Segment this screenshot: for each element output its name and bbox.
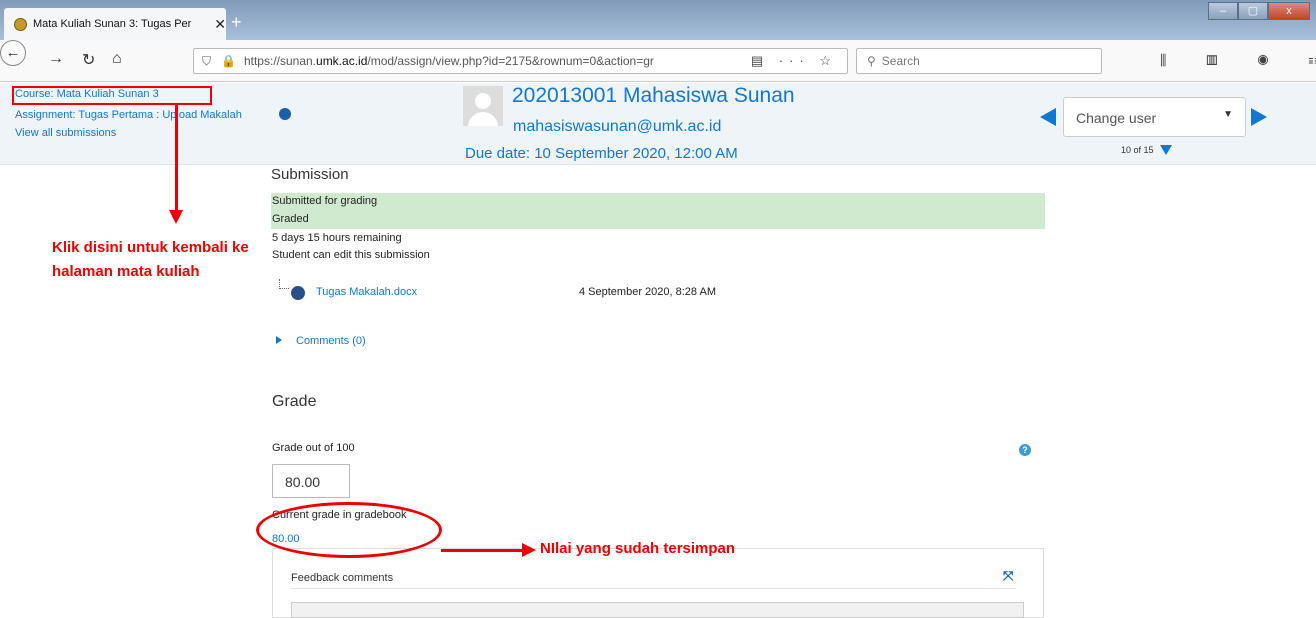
new-tab-button[interactable]: + [231,12,242,33]
maximize-button[interactable]: ▢ [1238,2,1268,20]
annotation-highlight-box [12,86,212,105]
caret-right-icon[interactable] [276,336,282,344]
status-graded: Graded [271,211,1045,229]
reload-button[interactable]: ↻ [82,50,95,70]
tab-close-icon[interactable]: ✕ [214,16,226,33]
annotation-grade-note: NIlai yang sudah tersimpan [540,540,736,557]
annotation-arrow [441,549,524,552]
filter-icon[interactable] [1160,145,1172,155]
annotation-ellipse [256,502,442,558]
comments-link[interactable]: Comments (0) [296,335,366,347]
divider [291,588,1016,589]
tree-connector [279,279,289,289]
due-date: Due date: 10 September 2020, 12:00 AM [465,145,738,162]
browser-tab[interactable]: Mata Kuliah Sunan 3: Tugas Per ✕ [4,8,226,40]
grade-input[interactable]: 80.00 [272,464,350,498]
annotation-arrowhead [169,210,183,224]
browser-nav-bar: ← → ↻ ⌂ ⛉ 🔒 https://sunan.umk.ac.id/mod/… [0,40,1316,82]
url-bar[interactable]: ⛉ 🔒 https://sunan.umk.ac.id/mod/assign/v… [193,48,848,74]
next-user-icon[interactable] [1251,108,1267,126]
annotation-arrow [175,105,178,213]
chevron-down-icon: ▼ [1223,109,1233,120]
help-icon[interactable]: ? [1019,444,1031,456]
back-button[interactable]: ← [0,40,26,66]
annotation-course-note: Klik disini untuk kembali ke halaman mat… [52,239,249,280]
edit-permission: Student can edit this submission [272,249,430,261]
lock-icon[interactable]: 🔒 [221,54,236,68]
submission-heading: Submission [271,166,349,183]
forward-button[interactable]: → [48,50,64,68]
expand-icon[interactable]: ⤧ [1003,568,1013,584]
page-actions-icon[interactable]: ▤ ··· ☆ [751,53,837,69]
user-name[interactable]: 202013001 Mahasiswa Sunan [512,84,795,108]
feedback-label: Feedback comments [291,572,394,584]
user-count: 10 of 15 [1121,145,1154,155]
time-remaining: 5 days 15 hours remaining [272,232,402,244]
tab-title: Mata Kuliah Sunan 3: Tugas Per [32,18,192,30]
change-user-select[interactable]: Change user ▼ [1063,97,1246,137]
status-submitted: Submitted for grading [271,193,1045,211]
site-favicon-icon [14,17,27,31]
toolbar-icons[interactable]: ⫼ ▥ ◉ ☷ [1160,52,1316,69]
search-placeholder: Search [881,54,920,68]
search-icon: ⚲ [867,54,876,68]
change-user-label: Change user [1076,110,1157,126]
file-link[interactable]: Tugas Makalah.docx [316,286,417,298]
grade-heading: Grade [272,393,317,410]
close-window-button[interactable]: x [1268,2,1310,20]
avatar [463,86,503,126]
previous-user-icon[interactable] [1040,108,1056,126]
document-icon [291,286,305,300]
assignment-link[interactable]: Assignment: Tugas Pertama : Upload Makal… [15,109,242,121]
browser-tab-strip: Mata Kuliah Sunan 3: Tugas Per ✕ + – ▢ x [0,0,1316,40]
home-button[interactable]: ⌂ [112,50,122,68]
view-all-submissions-link[interactable]: View all submissions [15,127,116,139]
grade-out-of-label: Grade out of 100 [272,442,355,454]
shield-icon[interactable]: ⛉ [202,54,211,69]
search-input[interactable]: ⚲ Search [856,48,1102,74]
minimize-button[interactable]: – [1208,2,1238,20]
gear-icon[interactable] [279,108,291,120]
annotation-arrowhead [522,543,536,557]
window-controls: – ▢ x [1208,2,1310,20]
url-text[interactable]: https://sunan.umk.ac.id/mod/assign/view.… [244,54,714,68]
file-date: 4 September 2020, 8:28 AM [579,286,716,298]
user-email: mahasiswasunan@umk.ac.id [513,118,722,135]
